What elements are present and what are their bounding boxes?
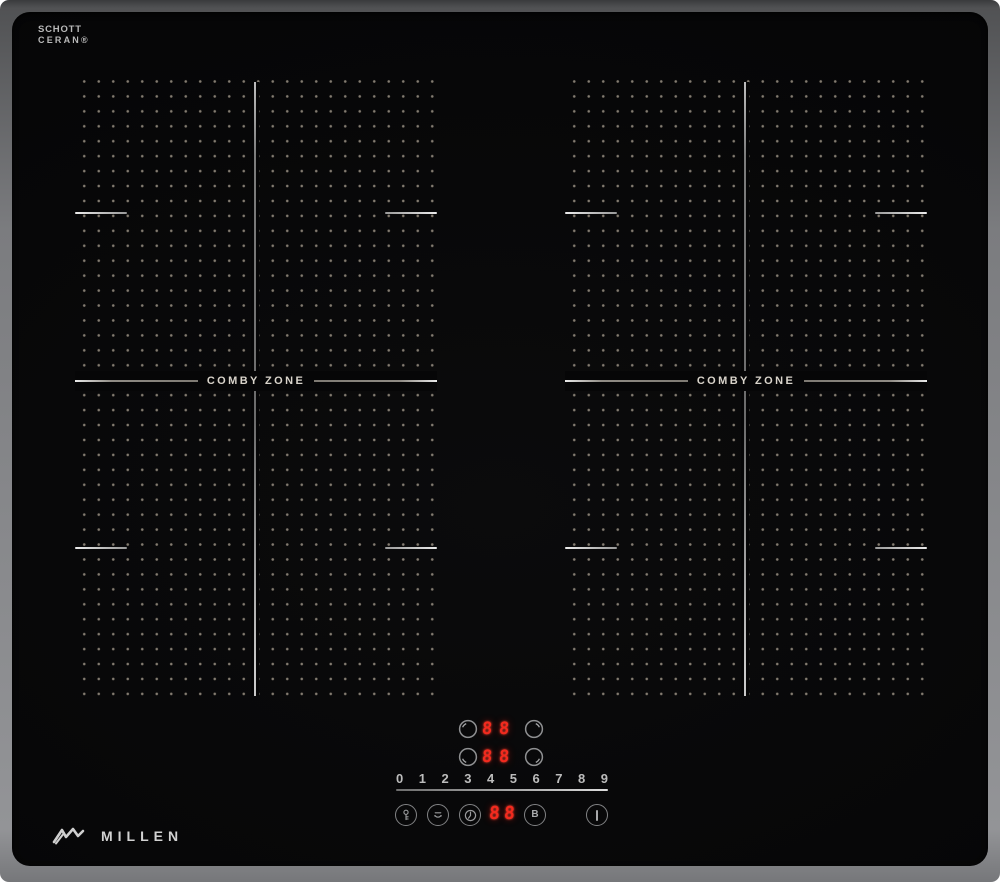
timer-display: 8 8 [489,803,515,824]
power-icon [596,810,598,821]
power-display-front-right: 8 [499,748,511,767]
pause-button[interactable] [427,804,449,826]
schott-ceran-logo: SCHOTT CERAN® [38,25,90,45]
power-level-2[interactable]: 2 [442,771,449,786]
pan-guide-tick [75,212,127,214]
power-slider-line[interactable] [396,789,608,791]
timer-digit-1: 8 [488,803,500,824]
power-display-rear-left: 8 [481,720,493,739]
power-level-5[interactable]: 5 [510,771,517,786]
power-level-1[interactable]: 1 [419,771,426,786]
pan-guide-tick [565,547,617,549]
timer-button[interactable] [459,804,481,826]
comby-zone-label-row: COMBY ZONE [75,371,437,391]
power-display-front-row: 8 8 [482,748,510,767]
power-level-0[interactable]: 0 [396,771,403,786]
cooking-zone-left: COMBY ZONE [75,70,437,706]
child-lock-button[interactable] [395,804,417,826]
millen-logo-mark [52,827,90,845]
comby-zone-line [75,380,198,382]
power-display-front-left: 8 [481,748,493,767]
zone-rear-left-icon [458,719,478,739]
power-display-rear-row: 8 8 [482,720,510,739]
zone-selector-front-left[interactable] [458,747,478,767]
power-level-9[interactable]: 9 [601,771,608,786]
millen-logo: MILLEN [52,827,183,845]
zone-front-right-icon [524,747,544,767]
comby-zone-label: COMBY ZONE [207,375,305,387]
zone-selector-rear-right[interactable] [524,719,544,739]
power-level-6[interactable]: 6 [533,771,540,786]
pan-guide-tick [385,547,437,549]
power-button[interactable] [586,804,608,826]
pan-guide-tick [385,212,437,214]
key-icon [400,809,412,821]
comby-zone-line [565,380,688,382]
zone-rear-right-icon [524,719,544,739]
power-level-4[interactable]: 4 [487,771,494,786]
pan-guide-tick [565,212,617,214]
clock-icon [464,809,477,822]
timer-digit-2: 8 [503,803,515,824]
millen-logo-text: MILLEN [101,828,183,844]
comby-zone-label-row: COMBY ZONE [565,371,927,391]
power-scale[interactable]: 0 1 2 3 4 5 6 7 8 9 [396,771,608,786]
comby-zone-line [804,380,927,382]
pause-icon [432,809,444,821]
cooking-zone-right: COMBY ZONE [565,70,927,706]
comby-zone-label: COMBY ZONE [697,375,795,387]
power-level-7[interactable]: 7 [555,771,562,786]
power-display-rear-right: 8 [499,720,511,739]
power-level-8[interactable]: 8 [578,771,585,786]
pan-guide-tick [875,547,927,549]
induction-hob: SCHOTT CERAN® COMBY ZONE COMBY ZONE [0,0,1000,882]
power-level-3[interactable]: 3 [464,771,471,786]
booster-button[interactable]: B [524,804,546,826]
schott-ceran-logo-line1: SCHOTT [38,25,90,35]
booster-label: B [531,810,538,820]
pan-guide-tick [875,212,927,214]
zone-selector-front-right[interactable] [524,747,544,767]
schott-ceran-logo-line2: CERAN® [38,35,90,45]
zone-selector-rear-left[interactable] [458,719,478,739]
zone-front-left-icon [458,747,478,767]
comby-zone-line [314,380,437,382]
pan-guide-tick [75,547,127,549]
